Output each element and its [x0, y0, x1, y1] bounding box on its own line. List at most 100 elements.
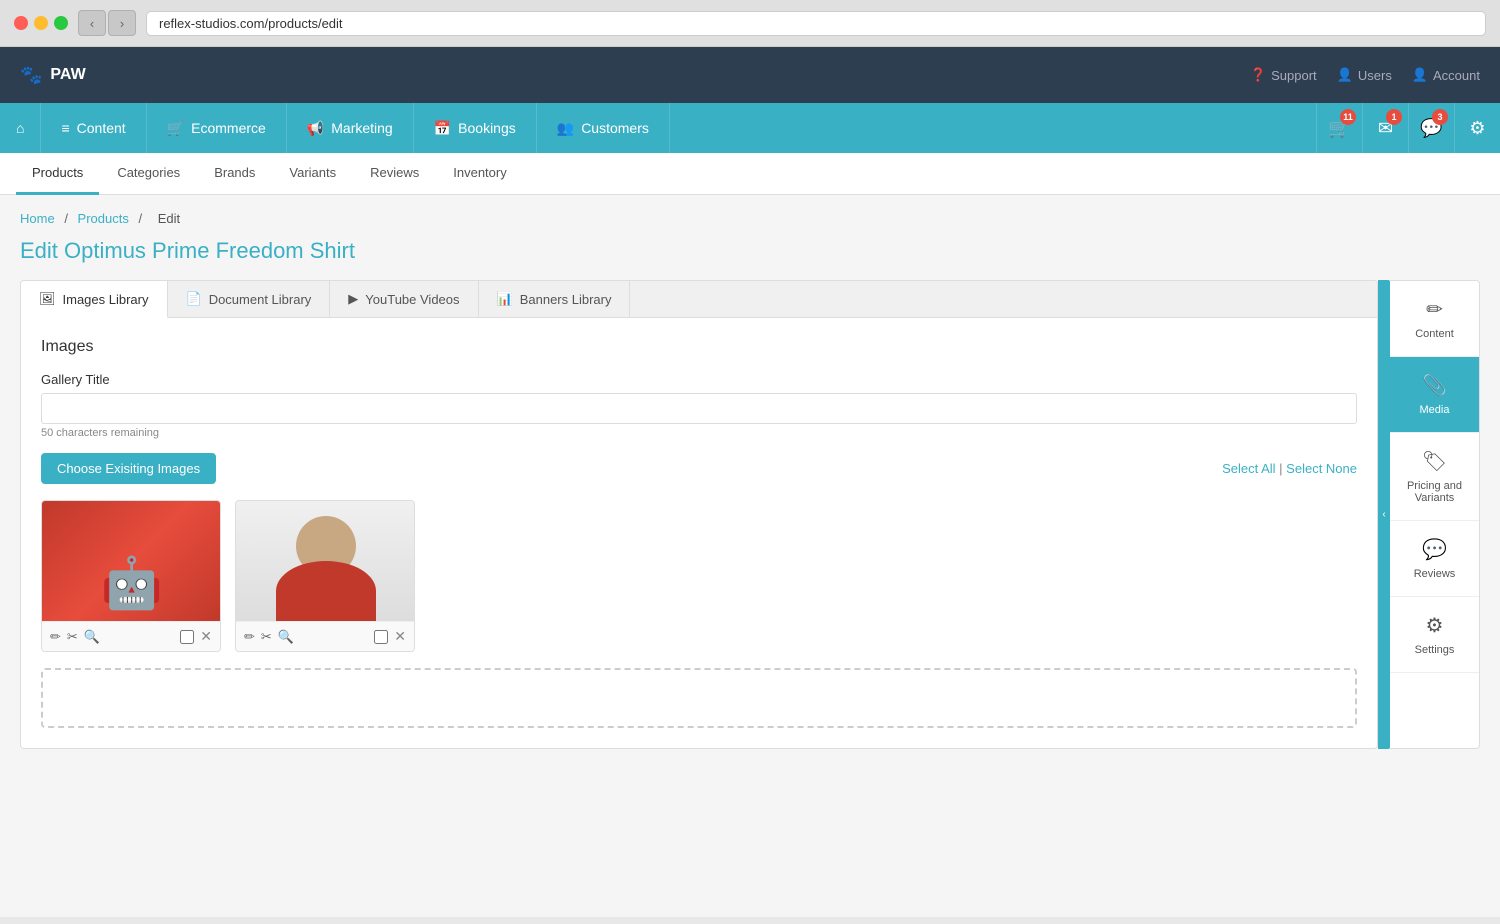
tab-brands[interactable]: Brands	[198, 153, 271, 195]
close-button[interactable]	[14, 16, 28, 30]
youtube-icon: ▶	[348, 291, 358, 307]
support-link[interactable]: ❓ Support	[1250, 67, 1317, 83]
collapse-handle[interactable]: ‹	[1378, 280, 1390, 749]
header-actions: ❓ Support 👤 Users 👤 Account	[1250, 67, 1480, 83]
select-all-link[interactable]: Select All	[1222, 461, 1275, 476]
tab-youtube-videos[interactable]: ▶ YouTube Videos	[330, 281, 478, 317]
right-sidebar: ✏ Content 📎 Media 🏷 Pricing and Variants…	[1390, 280, 1480, 749]
sub-tabs: Products Categories Brands Variants Revi…	[0, 153, 1500, 195]
traffic-lights	[14, 16, 68, 30]
zoom-image-icon[interactable]: 🔍	[84, 629, 100, 645]
reviews-sidebar-icon: 💬	[1422, 537, 1447, 562]
address-bar[interactable]: reflex-studios.com/products/edit	[146, 11, 1486, 36]
tab-variants[interactable]: Variants	[273, 153, 352, 195]
nav-content[interactable]: ≡ Content	[41, 103, 146, 153]
content-sidebar-icon: ✏	[1426, 297, 1443, 322]
bookings-icon: 📅	[434, 120, 451, 137]
nav-actions: 🛒11 ✉1 💬3 ⚙	[1316, 103, 1500, 153]
breadcrumb-current: Edit	[158, 211, 180, 226]
tab-document-library[interactable]: 📄 Document Library	[168, 281, 331, 317]
image-actions: ✏ ✂ 🔍 ✕	[42, 621, 220, 651]
sidebar-item-settings[interactable]: ⚙ Settings	[1390, 597, 1479, 673]
account-icon: 👤	[1412, 67, 1428, 83]
select-none-link[interactable]: Select None	[1286, 461, 1357, 476]
nav-marketing[interactable]: 📢 Marketing	[287, 103, 414, 153]
tab-categories[interactable]: Categories	[101, 153, 196, 195]
lib-content: Images Gallery Title 50 characters remai…	[21, 318, 1377, 748]
breadcrumb: Home / Products / Edit	[20, 211, 1480, 226]
tab-banners-library[interactable]: 📊 Banners Library	[479, 281, 631, 317]
document-icon: 📄	[186, 291, 202, 307]
edit-image-icon[interactable]: ✏	[244, 629, 255, 645]
image-actions: ✏ ✂ 🔍 ✕	[236, 621, 414, 651]
sidebar-item-media[interactable]: 📎 Media	[1390, 357, 1479, 433]
app-header: 🐾 PAW ❓ Support 👤 Users 👤 Account	[0, 47, 1500, 103]
media-sidebar-icon: 📎	[1422, 373, 1447, 398]
breadcrumb-home[interactable]: Home	[20, 211, 55, 226]
page-title: Edit Optimus Prime Freedom Shirt	[20, 238, 1480, 264]
delete-image-icon[interactable]: ✕	[200, 628, 212, 645]
shirt-image	[42, 501, 221, 621]
cart-button[interactable]: 🛒11	[1316, 103, 1362, 153]
pricing-sidebar-icon: 🏷	[1422, 449, 1447, 474]
mail-button[interactable]: ✉1	[1362, 103, 1408, 153]
gallery-title-label: Gallery Title	[41, 372, 1357, 387]
gallery-title-group: Gallery Title 50 characters remaining	[41, 372, 1357, 439]
settings-button[interactable]: ⚙	[1454, 103, 1500, 153]
banners-icon: 📊	[497, 291, 513, 307]
btn-row: Choose Exisiting Images Select All | Sel…	[41, 453, 1357, 484]
nav-home[interactable]: ⌂	[0, 103, 41, 153]
nav-bar: ⌂ ≡ Content 🛒 Ecommerce 📢 Marketing 📅 Bo…	[0, 103, 1500, 153]
back-button[interactable]: ‹	[78, 10, 106, 36]
image-preview-person	[236, 501, 415, 621]
sidebar-item-pricing[interactable]: 🏷 Pricing and Variants	[1390, 433, 1479, 521]
crop-image-icon[interactable]: ✂	[261, 629, 272, 645]
sidebar-item-reviews[interactable]: 💬 Reviews	[1390, 521, 1479, 597]
zoom-image-icon[interactable]: 🔍	[278, 629, 294, 645]
chat-badge: 3	[1432, 109, 1448, 125]
img-action-icons: ✏ ✂ 🔍	[50, 629, 100, 645]
drop-zone[interactable]	[41, 668, 1357, 728]
section-title: Images	[41, 338, 1357, 356]
tab-products[interactable]: Products	[16, 153, 99, 195]
nav-ecommerce[interactable]: 🛒 Ecommerce	[147, 103, 287, 153]
image-checkbox[interactable]	[374, 630, 388, 644]
library-tabs: 🖼 Images Library 📄 Document Library ▶ Yo…	[21, 281, 1377, 318]
img-right: ✕	[180, 628, 212, 645]
nav-customers[interactable]: 👥 Customers	[537, 103, 670, 153]
char-count: 50 characters remaining	[41, 427, 1357, 439]
left-panel: 🖼 Images Library 📄 Document Library ▶ Yo…	[20, 280, 1378, 749]
minimize-button[interactable]	[34, 16, 48, 30]
img-action-icons: ✏ ✂ 🔍	[244, 629, 294, 645]
marketing-icon: 📢	[307, 120, 324, 137]
edit-image-icon[interactable]: ✏	[50, 629, 61, 645]
image-checkbox[interactable]	[180, 630, 194, 644]
account-link[interactable]: 👤 Account	[1412, 67, 1480, 83]
image-grid: ✏ ✂ 🔍 ✕	[41, 500, 1357, 652]
nav-bookings[interactable]: 📅 Bookings	[414, 103, 537, 153]
crop-image-icon[interactable]: ✂	[67, 629, 78, 645]
maximize-button[interactable]	[54, 16, 68, 30]
tab-inventory[interactable]: Inventory	[437, 153, 522, 195]
mail-badge: 1	[1386, 109, 1402, 125]
support-icon: ❓	[1250, 67, 1266, 83]
delete-image-icon[interactable]: ✕	[394, 628, 406, 645]
person-image	[236, 501, 415, 621]
breadcrumb-products[interactable]: Products	[78, 211, 129, 226]
tab-images-library[interactable]: 🖼 Images Library	[21, 281, 168, 318]
app-logo-text: PAW	[50, 66, 85, 84]
home-icon: ⌂	[16, 120, 24, 136]
users-link[interactable]: 👤 Users	[1337, 67, 1392, 83]
chat-button[interactable]: 💬3	[1408, 103, 1454, 153]
content-icon: ≡	[61, 120, 69, 136]
image-preview-shirt	[42, 501, 221, 621]
tab-reviews[interactable]: Reviews	[354, 153, 435, 195]
sidebar-item-content[interactable]: ✏ Content	[1390, 281, 1479, 357]
paw-icon: 🐾	[20, 65, 42, 86]
breadcrumb-sep2: /	[138, 211, 145, 226]
forward-button[interactable]: ›	[108, 10, 136, 36]
choose-images-button[interactable]: Choose Exisiting Images	[41, 453, 216, 484]
page-content: Products Categories Brands Variants Revi…	[0, 153, 1500, 917]
image-card: ✏ ✂ 🔍 ✕	[235, 500, 415, 652]
gallery-title-input[interactable]	[41, 393, 1357, 424]
